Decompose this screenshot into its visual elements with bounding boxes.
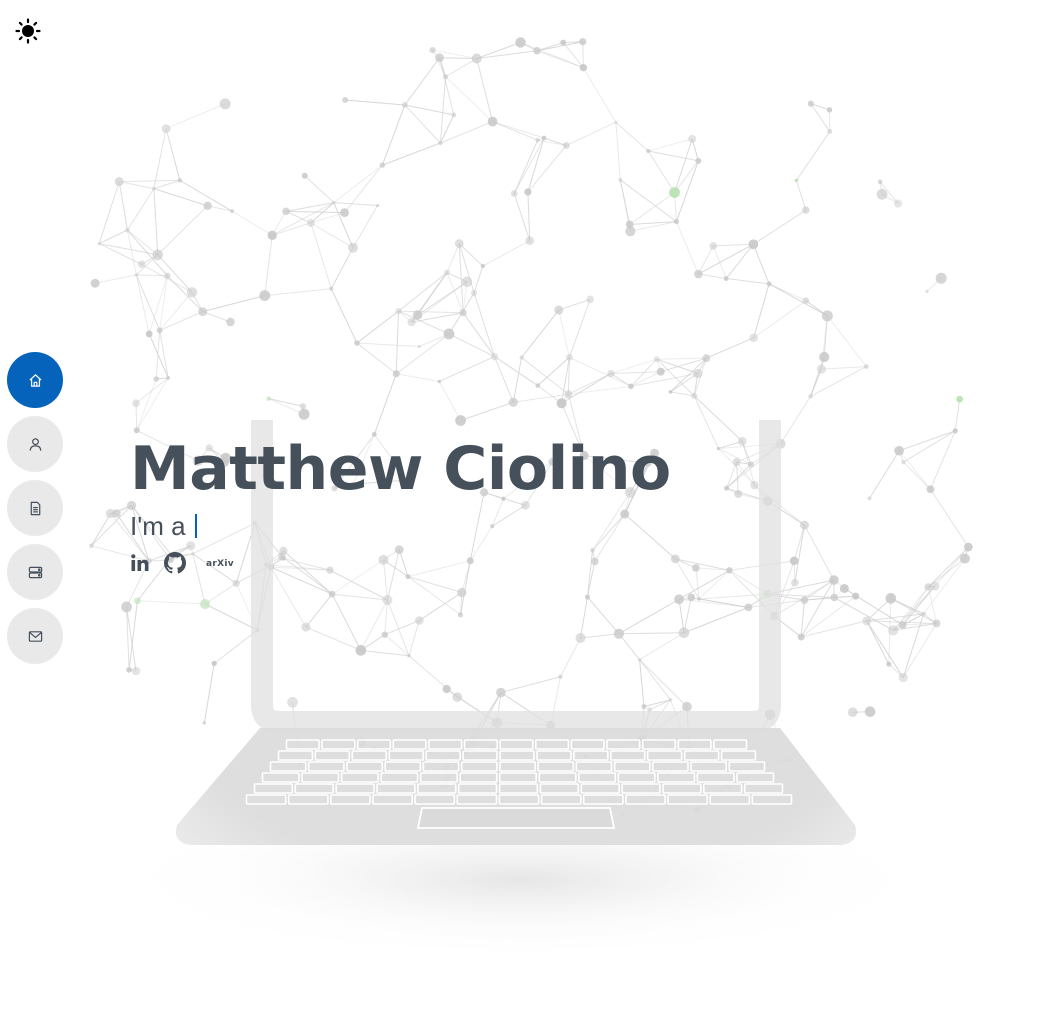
linkedin-icon bbox=[131, 554, 149, 571]
hero-section: Matthew Ciolino I'm a arXiv bbox=[130, 432, 671, 574]
person-icon bbox=[29, 437, 41, 451]
home-icon bbox=[28, 373, 42, 387]
server-icon bbox=[28, 566, 42, 578]
sun-icon bbox=[15, 18, 41, 44]
nav-contact-button[interactable] bbox=[7, 608, 63, 664]
typed-text-line: I'm a bbox=[130, 510, 671, 542]
nav-resume-button[interactable] bbox=[7, 480, 63, 536]
file-icon bbox=[30, 501, 40, 515]
social-links: arXiv bbox=[130, 552, 671, 574]
arxiv-link[interactable]: arXiv bbox=[206, 557, 234, 569]
nav-projects-button[interactable] bbox=[7, 544, 63, 600]
typed-prefix: I'm a bbox=[130, 511, 186, 541]
github-link[interactable] bbox=[164, 552, 186, 574]
linkedin-link[interactable] bbox=[130, 553, 150, 573]
theme-toggle-button[interactable] bbox=[14, 17, 42, 45]
nav-home-button[interactable] bbox=[7, 352, 63, 408]
envelope-icon bbox=[28, 630, 42, 642]
nav-about-button[interactable] bbox=[7, 416, 63, 472]
typing-caret bbox=[194, 514, 197, 538]
hero-name-heading: Matthew Ciolino bbox=[130, 434, 671, 504]
github-icon bbox=[164, 552, 186, 574]
side-navigation bbox=[7, 352, 63, 664]
